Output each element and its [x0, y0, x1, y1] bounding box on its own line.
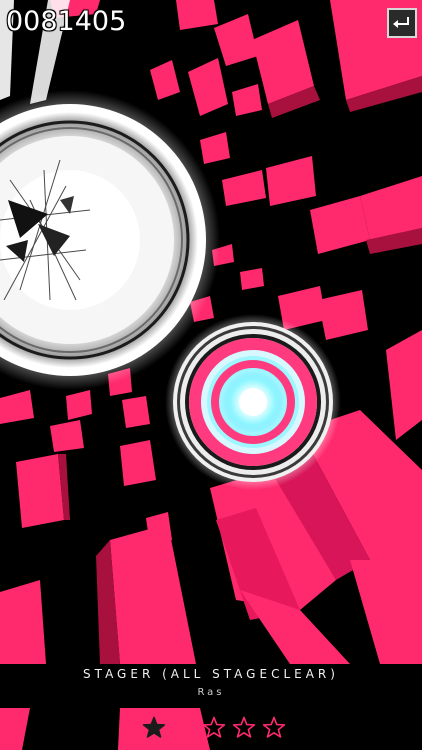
song-artist: Ras: [197, 687, 225, 698]
score-counter: 0081405: [6, 6, 127, 37]
back-button[interactable]: [387, 8, 417, 38]
star-empty-icon: [262, 716, 286, 738]
return-arrow-icon: [393, 17, 409, 28]
star-empty-icon: [172, 716, 196, 738]
target-ring: [165, 314, 341, 490]
game-screen[interactable]: 0081405 STAGER (ALL STAGECLEAR) Ras: [0, 0, 422, 750]
song-title: STAGER (ALL STAGECLEAR): [83, 667, 339, 681]
star-empty-icon: [202, 716, 226, 738]
star-empty-icon: [232, 716, 256, 738]
star-filled-icon: [142, 716, 166, 738]
game-scene[interactable]: [0, 0, 422, 750]
difficulty-stars: [142, 716, 286, 742]
